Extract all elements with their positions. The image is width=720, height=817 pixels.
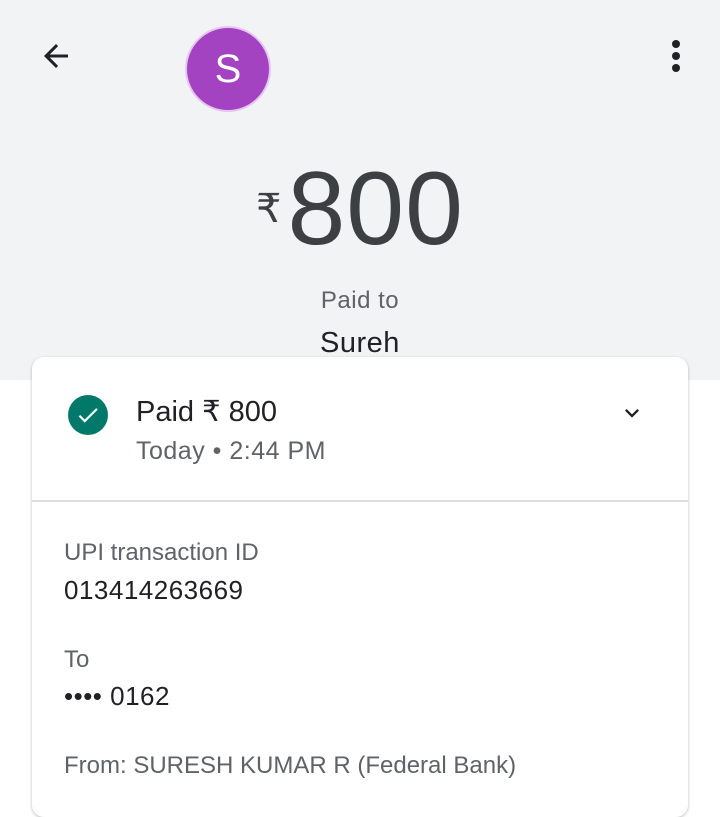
avatar[interactable]: S <box>185 26 271 112</box>
payment-amount: 800 <box>287 151 464 267</box>
payment-status-title: Paid ₹ 800 <box>136 396 277 428</box>
upi-transaction-id-value[interactable]: 013414263669 <box>64 575 244 606</box>
chevron-down-icon <box>625 409 639 418</box>
more-vertical-icon <box>672 40 680 72</box>
paid-to-label: Paid to <box>320 287 400 314</box>
to-account-value: •••• 0162 <box>64 681 170 711</box>
to-label: To <box>64 646 90 673</box>
expand-details-button[interactable] <box>610 393 654 433</box>
payee-name: Sureh <box>320 327 400 359</box>
arrow-left-icon <box>44 44 68 68</box>
back-button[interactable] <box>30 30 82 82</box>
currency-symbol: ₹ <box>256 187 282 231</box>
avatar-letter: S <box>214 46 242 91</box>
amount-display: ₹ 800 <box>0 152 720 267</box>
check-circle-icon <box>68 395 108 435</box>
from-account-text: From: SURESH KUMAR R (Federal Bank) <box>64 752 517 779</box>
payment-timestamp: Today • 2:44 PM <box>136 437 326 465</box>
divider <box>32 500 688 502</box>
transaction-details-card: Paid ₹ 800 Today • 2:44 PM UPI transacti… <box>32 357 688 817</box>
upi-transaction-id-label: UPI transaction ID <box>64 539 259 566</box>
more-options-button[interactable] <box>652 30 700 82</box>
